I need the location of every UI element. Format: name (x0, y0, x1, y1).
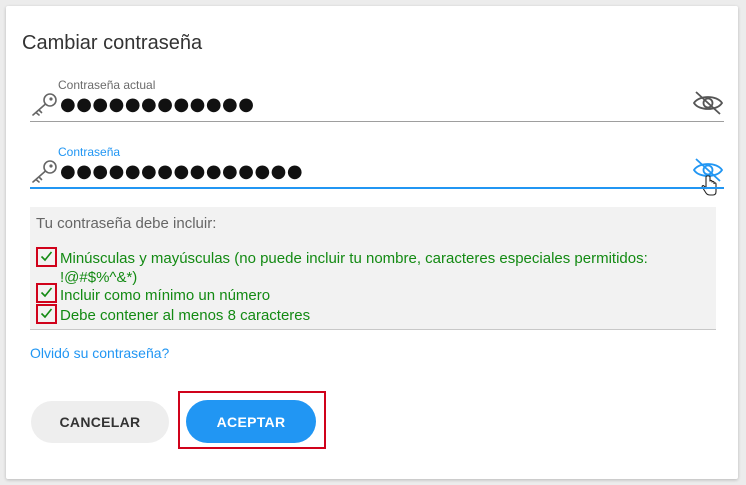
new-password-field[interactable]: Contraseña ●●●●●●●●●●●●●●● (30, 141, 724, 196)
change-password-dialog: Cambiar contraseña Contraseña actual ●●●… (6, 6, 738, 479)
accept-button[interactable]: ACEPTAR (186, 400, 316, 443)
key-icon (30, 92, 58, 121)
password-requirements: Tu contraseña debe incluir: Minúsculas y… (30, 207, 716, 330)
new-password-underline (30, 187, 724, 189)
new-password-input[interactable]: ●●●●●●●●●●●●●●● (60, 161, 303, 182)
eye-off-icon[interactable] (692, 90, 724, 121)
current-password-label: Contraseña actual (58, 78, 156, 92)
check-icon (36, 283, 57, 303)
current-password-input[interactable]: ●●●●●●●●●●●● (60, 94, 254, 115)
requirement-text: Minúsculas y mayúsculas (no puede inclui… (60, 250, 648, 286)
key-icon (30, 159, 58, 188)
forgot-password-link[interactable]: Olvidó su contraseña? (30, 345, 169, 361)
eye-off-icon[interactable] (692, 157, 724, 202)
check-icon (36, 304, 57, 324)
hand-cursor-icon (701, 175, 717, 196)
check-icon (36, 247, 57, 267)
requirements-heading: Tu contraseña debe incluir: (36, 215, 217, 232)
new-password-label: Contraseña (58, 145, 121, 159)
cancel-button[interactable]: CANCELAR (31, 401, 169, 443)
requirement-text: Incluir como mínimo un número (60, 287, 271, 304)
requirement-text: Debe contener al menos 8 caracteres (60, 307, 311, 324)
current-password-field[interactable]: Contraseña actual ●●●●●●●●●●●● (30, 74, 724, 124)
current-password-underline (30, 121, 724, 122)
dialog-title: Cambiar contraseña (22, 32, 203, 54)
